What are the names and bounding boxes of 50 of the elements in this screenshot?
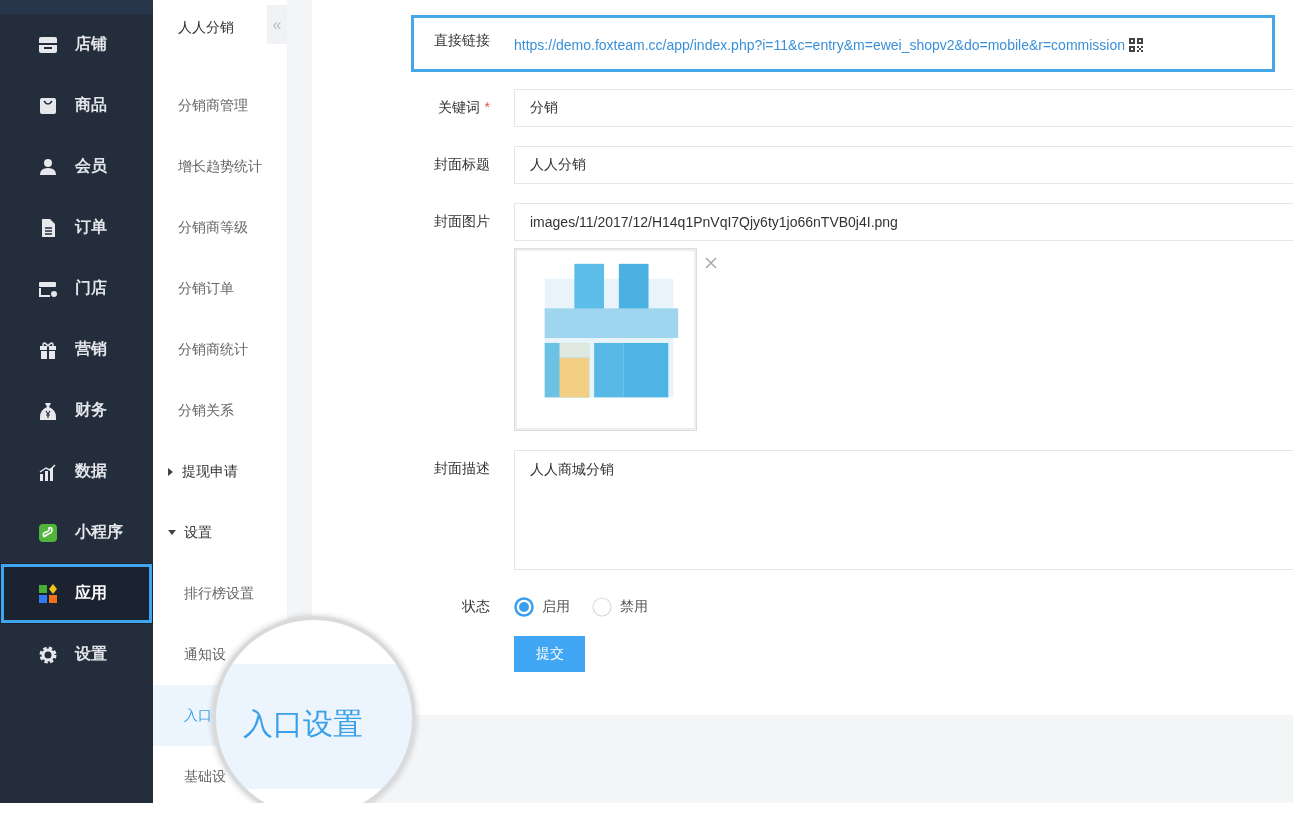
bag-icon (38, 96, 58, 115)
menu-item[interactable]: 分销商统计 (153, 319, 287, 380)
nav-item[interactable]: 小程序 (0, 502, 153, 563)
money-bag-icon (38, 401, 58, 420)
menu-item[interactable]: 分销关系 (153, 380, 287, 441)
direct-link[interactable]: https://demo.foxteam.cc/app/index.php?i=11&c=entry&m=ewei_shopv2&do=mobile&r=commission (514, 37, 1126, 53)
nav-item[interactable]: 数据 (0, 441, 153, 502)
nav-item[interactable]: 营销 (0, 319, 153, 380)
nav-item[interactable]: 应用 (0, 563, 153, 624)
section-title: 人人分销 (178, 18, 234, 36)
text-area[interactable]: 人人商城分销 (514, 450, 1293, 570)
apps-icon (38, 583, 58, 604)
nav-item[interactable]: 财务 (0, 380, 153, 441)
nav-item[interactable]: 门店 (0, 258, 153, 319)
nav-item[interactable]: 订单 (0, 197, 153, 258)
store-icon (38, 35, 58, 54)
field-label: 封面标题 (433, 156, 490, 174)
close-icon[interactable] (705, 257, 717, 269)
nav-item[interactable]: 会员 (0, 136, 153, 197)
required-mark: * (484, 99, 490, 115)
caret-right-icon (168, 467, 174, 476)
field-label: 状态 (461, 598, 490, 616)
settings-icon (38, 644, 58, 665)
radio-option[interactable]: 启用 (514, 597, 570, 617)
field-label: 封面描述 (433, 459, 490, 478)
menu-group[interactable]: 设置 (153, 502, 287, 563)
menu-item[interactable]: 增长趋势统计 (153, 136, 287, 197)
mini-program-icon (39, 523, 57, 542)
field-label: 关键词 (437, 99, 480, 115)
text-field[interactable]: 分销 (514, 89, 1293, 127)
nav-item[interactable]: 店铺 (0, 14, 153, 75)
gift-icon (38, 340, 58, 359)
radio-option[interactable]: 禁用 (592, 597, 648, 617)
radio-button[interactable] (514, 597, 534, 617)
magnified-label: 入口设置 (243, 707, 363, 741)
text-field[interactable]: 人人分销 (514, 146, 1293, 184)
menu-group[interactable]: 提现申请 (153, 441, 287, 502)
qr-code-icon[interactable] (1129, 38, 1144, 52)
field-label: 封面图片 (433, 213, 490, 231)
caret-down-icon (168, 529, 176, 536)
user-icon (38, 157, 58, 176)
nav-item[interactable]: 设置 (0, 624, 153, 685)
bar-chart-icon (38, 462, 58, 481)
nav-item[interactable]: 商品 (0, 75, 153, 136)
field-label: 直接链接 (433, 31, 490, 50)
menu-item[interactable]: 分销商等级 (153, 197, 287, 258)
storefront-icon (38, 279, 58, 298)
menu-item[interactable]: 分销订单 (153, 258, 287, 319)
menu-item[interactable]: 分销商管理 (153, 75, 287, 136)
text-field[interactable]: images/11/2017/12/H14q1PnVqI7Qjy6ty1jo66nTVB0j4I.png (514, 203, 1293, 241)
